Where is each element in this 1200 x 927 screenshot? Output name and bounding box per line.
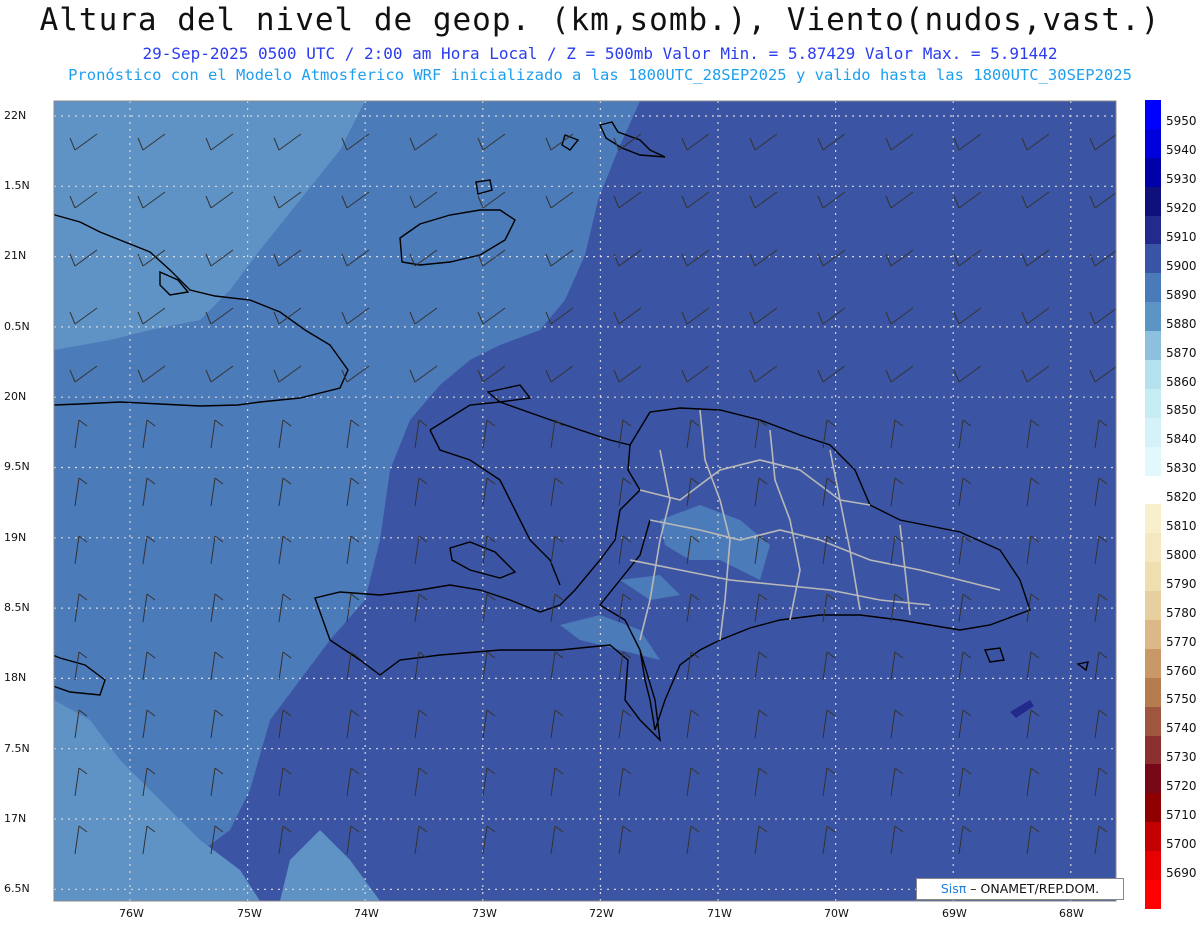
colorbar-level-label: 5940 (1166, 143, 1197, 158)
lon-label: 71W (707, 907, 732, 920)
lat-label: 17N (4, 812, 27, 825)
colorbar-swatch (1145, 360, 1161, 389)
colorbar-swatch (1145, 331, 1161, 361)
colorbar-level-label: 5740 (1166, 721, 1197, 736)
colorbar-swatch (1145, 244, 1161, 274)
colorbar (1145, 100, 1161, 909)
lon-label: 73W (472, 907, 497, 920)
colorbar-level-label: 5700 (1166, 836, 1197, 851)
colorbar-level-label: 5890 (1166, 287, 1197, 302)
colorbar-level-label: 5770 (1166, 634, 1197, 649)
colorbar-level-label: 5860 (1166, 374, 1197, 389)
lat-label: 6.5N (4, 882, 30, 895)
colorbar-level-label: 5800 (1166, 547, 1197, 562)
colorbar-level-label: 5870 (1166, 345, 1197, 360)
colorbar-swatch (1145, 100, 1161, 129)
colorbar-swatch (1145, 388, 1161, 418)
lat-label: 22N (4, 109, 27, 122)
lat-label: 0.5N (4, 320, 30, 333)
lon-label: 75W (237, 907, 262, 920)
colorbar-swatch (1145, 764, 1161, 794)
colorbar-level-label: 5930 (1166, 172, 1197, 187)
colorbar-swatch (1145, 591, 1161, 621)
colorbar-swatch (1145, 562, 1161, 592)
colorbar-level-label: 5850 (1166, 403, 1197, 418)
colorbar-level-label: 5710 (1166, 808, 1197, 823)
colorbar-swatch (1145, 475, 1161, 505)
colorbar-swatch (1145, 302, 1161, 332)
lat-label: 9.5N (4, 460, 30, 473)
lat-label: 21N (4, 249, 27, 262)
colorbar-level-label: 5690 (1166, 865, 1197, 880)
credit-text: – ONAMET/REP.DOM. (970, 881, 1100, 896)
geopotential-map (53, 100, 1117, 902)
colorbar-swatch (1145, 157, 1161, 187)
colorbar-swatch (1145, 273, 1161, 303)
colorbar-swatch (1145, 648, 1161, 678)
colorbar-level-label: 5780 (1166, 605, 1197, 620)
colorbar-swatch (1145, 446, 1161, 476)
colorbar-level-label: 5790 (1166, 576, 1197, 591)
colorbar-level-label: 5880 (1166, 316, 1197, 331)
colorbar-swatch (1145, 128, 1161, 158)
colorbar-level-label: 5810 (1166, 519, 1197, 534)
colorbar-level-label: 5750 (1166, 692, 1197, 707)
lon-label: 74W (354, 907, 379, 920)
colorbar-swatch (1145, 793, 1161, 823)
colorbar-level-label: 5830 (1166, 461, 1197, 476)
lat-label: 20N (4, 390, 27, 403)
lon-label: 69W (942, 907, 967, 920)
colorbar-swatch (1145, 620, 1161, 649)
lat-label: 19N (4, 531, 27, 544)
credit-logo-text: Sisπ (940, 881, 967, 896)
colorbar-swatch (1145, 851, 1161, 881)
colorbar-level-label: 5950 (1166, 114, 1197, 129)
colorbar-level-label: 5760 (1166, 663, 1197, 678)
lon-label: 72W (589, 907, 614, 920)
colorbar-level-label: 5820 (1166, 490, 1197, 505)
colorbar-swatch (1145, 533, 1161, 563)
lon-label: 76W (119, 907, 144, 920)
colorbar-swatch (1145, 706, 1161, 736)
colorbar-level-label: 5730 (1166, 750, 1197, 765)
colorbar-level-label: 5840 (1166, 432, 1197, 447)
credit-box: Sisπ – ONAMET/REP.DOM. (916, 878, 1124, 900)
colorbar-level-label: 5920 (1166, 201, 1197, 216)
lat-label: 18N (4, 671, 27, 684)
lat-label: 1.5N (4, 179, 30, 192)
colorbar-swatch (1145, 417, 1161, 447)
colorbar-level-label: 5720 (1166, 779, 1197, 794)
lon-label: 70W (824, 907, 849, 920)
colorbar-level-label: 5910 (1166, 230, 1197, 245)
lon-label: 68W (1059, 907, 1084, 920)
lat-label: 8.5N (4, 601, 30, 614)
colorbar-swatch (1145, 215, 1161, 245)
lat-label: 7.5N (4, 742, 30, 755)
colorbar-level-label: 5900 (1166, 258, 1197, 273)
colorbar-swatch (1145, 880, 1161, 909)
colorbar-swatch (1145, 504, 1161, 534)
colorbar-swatch (1145, 186, 1161, 216)
colorbar-swatch (1145, 677, 1161, 707)
colorbar-swatch (1145, 735, 1161, 765)
colorbar-swatch (1145, 822, 1161, 852)
